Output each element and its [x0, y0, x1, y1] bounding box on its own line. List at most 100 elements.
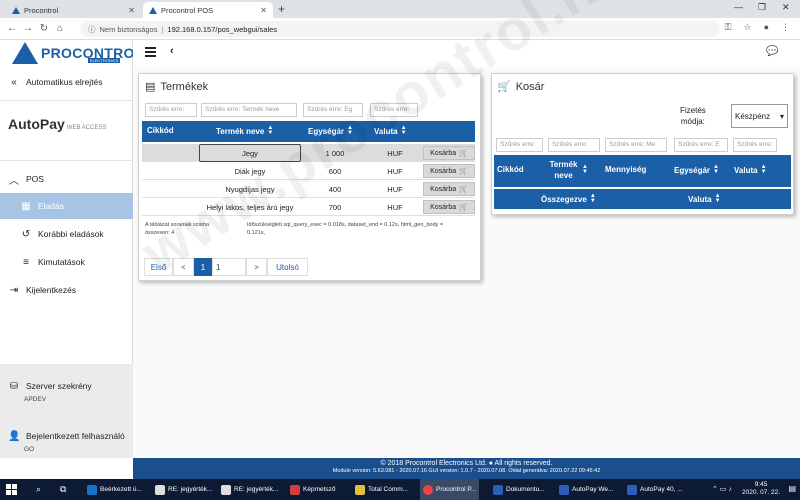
autopay-sub: WEB ACCESS	[66, 125, 107, 131]
add-to-cart-button[interactable]: Kosárba 🛒	[423, 200, 475, 214]
minimize-icon[interactable]: —	[734, 2, 743, 12]
mail-icon	[221, 484, 231, 495]
pos-group-toggle[interactable]: ︿ POS	[8, 171, 44, 187]
add-to-cart-label: Kosárba	[430, 149, 457, 157]
outlook-icon	[87, 484, 97, 495]
header-label: Valuta	[734, 165, 758, 175]
pager-page-1[interactable]: 1	[194, 258, 212, 276]
taskbar-word-3[interactable]: AutoPay 40, ...	[624, 479, 686, 500]
menu-dots-icon[interactable]: ⋮	[781, 22, 790, 33]
taskbar-mail-1[interactable]: RE: jegyérték...	[152, 479, 215, 500]
account-icon[interactable]: ●	[764, 22, 769, 33]
clock[interactable]: 9:45 2020. 07. 22.	[742, 481, 780, 497]
cart-header-currency[interactable]: Valuta ▲ ▼	[734, 164, 767, 175]
cart-header-cikkod[interactable]: Cikkód	[497, 165, 524, 174]
cart-filter-cikkod[interactable]: Szűrés erre:	[496, 138, 543, 152]
back-chevron-icon[interactable]: ‹	[170, 45, 174, 57]
taskbar-chrome[interactable]: Procontrol P...	[420, 479, 480, 500]
header-cikkod[interactable]: Cikkód	[147, 126, 174, 135]
page-number-input[interactable]: 1	[212, 258, 246, 276]
browser-addressbar: ← → ↻ ⌂ ⓘ Nem biztonságos | 192.168.0.15…	[0, 18, 800, 40]
key-icon[interactable]: ⚿	[725, 22, 732, 33]
sort-icon: ▲ ▼	[714, 193, 721, 204]
taskbar-total-commander[interactable]: Total Comm...	[352, 479, 411, 500]
sidebar-item-previous-sales[interactable]: ↺ Korábbi eladások	[20, 226, 104, 242]
scissors-icon	[290, 484, 300, 495]
cart-header-quantity[interactable]: Mennyiség	[605, 165, 646, 174]
back-arrow-icon[interactable]: ←	[4, 23, 20, 34]
table-row[interactable]: Diák jegy 600 HUF Kosárba 🛒	[142, 162, 475, 180]
cart-icon: 🛒	[459, 186, 468, 193]
filter-price-input[interactable]: Szűrés erre: Eg	[303, 103, 363, 117]
chevron-up-icon: ︿	[9, 175, 19, 187]
notification-icon[interactable]: ▤	[788, 484, 796, 493]
payment-method-select[interactable]: Készpénz ▾	[731, 104, 788, 128]
url-text: 192.168.0.157/pos_webgui/sales	[167, 24, 278, 34]
product-currency: HUF	[387, 185, 403, 194]
add-to-cart-button[interactable]: Kosárba 🛒	[423, 182, 475, 196]
url-bar[interactable]: ⓘ Nem biztonságos | 192.168.0.157/pos_we…	[80, 21, 720, 37]
sidebar-item-sale[interactable]: ▦ Eladás	[20, 198, 64, 214]
maximize-icon[interactable]: ❐	[758, 2, 766, 13]
browser-tab-pos[interactable]: Procontrol POS ✕	[143, 2, 273, 18]
pager-last-button[interactable]: Utolsó	[267, 258, 308, 276]
search-icon[interactable]: ⌕	[36, 484, 41, 495]
calculator-icon: ▤	[145, 81, 156, 93]
logout-button[interactable]: ⇥ Kijelentkezés	[8, 282, 76, 298]
header-label: Összegezve	[541, 194, 587, 204]
new-tab-icon[interactable]: +	[278, 2, 285, 16]
products-title: ▤ Termékek	[145, 80, 208, 94]
browser-tab-procontrol[interactable]: Procontrol ✕	[6, 2, 141, 18]
cart-header-name[interactable]: Termék neve ▲ ▼	[548, 159, 588, 181]
header-currency[interactable]: Valuta ▲ ▼	[374, 125, 407, 136]
cart-filter-name[interactable]: Szűrés erre:	[548, 138, 600, 152]
tray-icons[interactable]: ⌃ ▭ ♪	[712, 485, 732, 493]
hamburger-menu-icon[interactable]	[145, 47, 156, 59]
filter-currency-input[interactable]: Szűrés erre:	[370, 103, 418, 117]
logout-icon: ⇥	[9, 284, 19, 296]
window-close-icon[interactable]: ✕	[782, 2, 790, 13]
filter-name-input[interactable]: Szűrés erre: Termék neve	[201, 103, 297, 117]
timing-line1: Időszükségleti sql_query_exec = 0.018s, …	[247, 222, 444, 228]
taskbar-snipping[interactable]: Képmetsző	[287, 479, 339, 500]
reload-icon[interactable]: ↻	[36, 23, 52, 34]
pager-next-button[interactable]: >	[246, 258, 267, 276]
auto-hide-button[interactable]: « Automatikus elrejtés	[8, 74, 102, 90]
table-row[interactable]: Nyugdíjas jegy 400 HUF Kosárba 🛒	[142, 180, 475, 198]
summary-header-currency[interactable]: Valuta ▲ ▼	[688, 193, 721, 204]
sort-icon: ▲ ▼	[713, 164, 719, 175]
taskbar-outlook[interactable]: Beérkezett ü...	[84, 479, 145, 500]
table-row[interactable]: Jegy 1 000 HUF Kosárba 🛒	[142, 144, 475, 162]
cart-filter-price[interactable]: Szűrés erre: E	[674, 138, 728, 152]
header-name[interactable]: Termék neve ▲ ▼	[216, 125, 273, 136]
payment-method-label: Fizetés módja:	[680, 105, 706, 127]
filter-cikkod-input[interactable]: Szűrés erre:	[145, 103, 197, 117]
sidebar-item-reports[interactable]: ≡ Kimutatások	[20, 254, 85, 270]
taskbar-label: AutoPay We...	[572, 486, 614, 493]
summary-header-total[interactable]: Összegezve ▲ ▼	[541, 193, 596, 204]
header-label: Termék neve	[549, 160, 578, 180]
add-to-cart-button[interactable]: Kosárba 🛒	[423, 164, 475, 178]
header-price[interactable]: Egységár ▲ ▼	[308, 125, 353, 136]
cart-filter-currency[interactable]: Szűrés erre:	[733, 138, 777, 152]
cart-title-text: Kosár	[515, 80, 545, 93]
home-icon[interactable]: ⌂	[52, 23, 68, 34]
pager-prev-button[interactable]: <	[173, 258, 194, 276]
product-name: Diák jegy	[234, 167, 266, 176]
language-icon[interactable]: 💬	[766, 46, 778, 57]
forward-arrow-icon[interactable]: →	[20, 23, 36, 34]
cart-filter-quantity[interactable]: Szűrés erre: Me	[605, 138, 667, 152]
cart-header-price[interactable]: Egységár ▲ ▼	[674, 164, 719, 175]
sort-icon: ▲ ▼	[589, 193, 596, 204]
taskbar-word-2[interactable]: AutoPay We...	[556, 479, 616, 500]
taskbar-mail-2[interactable]: RE: jegyérték...	[218, 479, 281, 500]
close-icon[interactable]: ✕	[260, 6, 267, 15]
star-icon[interactable]: ☆	[743, 22, 751, 33]
close-icon[interactable]: ✕	[128, 6, 135, 15]
task-view-icon[interactable]: ⧉	[60, 484, 66, 495]
windows-start-icon[interactable]	[6, 484, 17, 495]
table-row[interactable]: Helyi lakos, teljes árú jegy 700 HUF Kos…	[142, 198, 475, 216]
pager-first-button[interactable]: Első	[144, 258, 173, 276]
add-to-cart-button[interactable]: Kosárba 🛒	[423, 146, 475, 160]
taskbar-word-1[interactable]: Dokumentu...	[490, 479, 548, 500]
